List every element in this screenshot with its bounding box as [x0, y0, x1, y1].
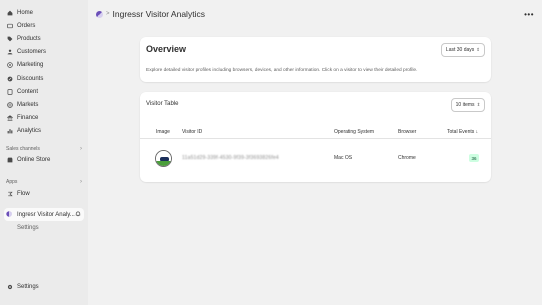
content-icon — [6, 88, 13, 95]
flow-icon — [6, 190, 13, 197]
page-title: Ingressr Visitor Analytics — [112, 9, 205, 19]
sidebar-item-label: Home — [17, 9, 34, 16]
sidebar-item-label: Marketing — [17, 62, 44, 69]
home-icon — [6, 9, 13, 16]
chevron-right-icon: › — [80, 145, 82, 152]
discount-icon — [6, 75, 13, 82]
column-header-os: Operating System — [334, 129, 375, 135]
sidebar-item-customers[interactable]: Customers — [0, 46, 88, 59]
sidebar-item-content[interactable]: Content — [0, 85, 88, 98]
column-header-total-events[interactable]: Total Events ↓ — [447, 129, 478, 135]
sidebar-item-settings[interactable]: Settings — [0, 281, 39, 294]
sidebar-item-label: Discounts — [17, 75, 44, 82]
sidebar-item-app-settings[interactable]: Settings — [0, 221, 88, 234]
sidebar-item-orders[interactable]: Orders — [0, 19, 88, 32]
store-icon — [6, 157, 13, 164]
sidebar-item-label: Products — [17, 35, 41, 42]
globe-icon — [6, 101, 13, 108]
column-header-browser: Browser — [398, 129, 417, 135]
sidebar-item-ingressr-app[interactable]: Ingresr Visitor Analy... — [4, 208, 84, 222]
sort-arrow-icon: ↓ — [475, 129, 479, 135]
breadcrumb-separator-icon: > — [106, 11, 110, 17]
sidebar-item-online-store[interactable]: Online Store — [0, 154, 88, 167]
select-arrows-icon: ⇕ — [476, 102, 481, 107]
person-icon — [6, 49, 13, 56]
sidebar-item-label: Content — [17, 88, 39, 95]
os-cell: Mac OS — [334, 155, 353, 161]
bell-icon[interactable] — [75, 211, 81, 219]
tag-icon — [6, 35, 13, 42]
column-header-image: Image — [156, 129, 170, 135]
chevron-right-icon: › — [80, 179, 82, 186]
overview-card: Overview Last 30 days ⇕ Explore detailed… — [140, 37, 491, 82]
visitor-table-title: Visitor Table — [146, 101, 179, 107]
sidebar-item-flow[interactable]: Flow — [0, 187, 88, 200]
overview-description: Explore detailed visitor profiles includ… — [146, 68, 418, 73]
visitor-id-cell[interactable]: 11a51d29-339f-4530-9f39-3f3693826fe4 — [182, 155, 279, 161]
sales-channels-header[interactable]: Sales channels › — [0, 144, 88, 154]
sidebar-item-discounts[interactable]: Discounts — [0, 72, 88, 85]
sidebar-item-marketing[interactable]: Marketing — [0, 59, 88, 72]
app-window: Home Orders Products Customers Marketing… — [0, 0, 542, 305]
date-range-button[interactable]: Last 30 days ⇕ — [441, 43, 485, 57]
sidebar-item-label: Customers — [17, 49, 47, 56]
sidebar-item-analytics[interactable]: Analytics — [0, 125, 88, 138]
overview-title: Overview — [146, 44, 187, 54]
visitor-avatar[interactable] — [155, 150, 172, 167]
more-actions-icon[interactable]: ••• — [524, 10, 534, 19]
sidebar-item-markets[interactable]: Markets — [0, 98, 88, 111]
sidebar-item-label: Finance — [17, 115, 39, 122]
sidebar-item-label: Markets — [17, 101, 39, 108]
sidebar-item-label: Analytics — [17, 128, 42, 135]
select-arrows-icon: ⇕ — [476, 47, 481, 52]
app-logo-icon — [96, 10, 103, 18]
chart-icon — [6, 128, 13, 135]
target-icon — [6, 62, 13, 69]
apps-header[interactable]: Apps › — [0, 177, 88, 187]
sidebar: Home Orders Products Customers Marketing… — [0, 0, 88, 305]
orders-icon — [6, 22, 13, 29]
app-logo-icon — [6, 211, 13, 218]
sidebar-item-products[interactable]: Products — [0, 32, 88, 45]
sidebar-item-home[interactable]: Home — [0, 6, 88, 19]
column-header-visitor-id: Visitor ID — [182, 129, 203, 135]
sidebar-item-finance[interactable]: Finance — [0, 112, 88, 125]
sidebar-item-label: Orders — [17, 22, 36, 29]
total-events-badge: 36 — [469, 154, 479, 162]
table-divider — [140, 138, 491, 139]
bank-icon — [6, 115, 13, 122]
page-size-button[interactable]: 10 items ⇕ — [451, 98, 485, 112]
browser-cell: Chrome — [398, 155, 416, 161]
visitor-table-card: Visitor Table 10 items ⇕ Image Visitor I… — [140, 92, 491, 182]
gear-icon — [6, 284, 13, 291]
app-header: > Ingressr Visitor Analytics ••• — [88, 0, 542, 28]
